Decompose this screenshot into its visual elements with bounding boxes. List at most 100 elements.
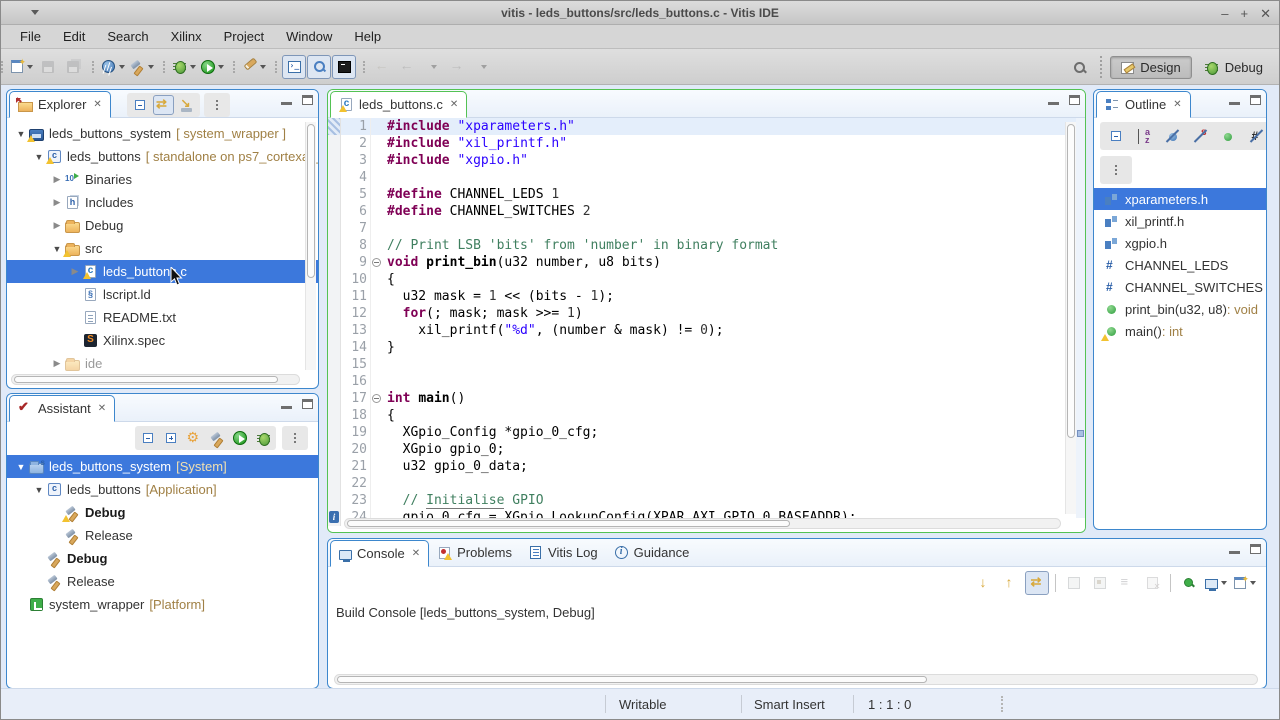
close-tab-icon[interactable]: ✕ xyxy=(412,548,420,559)
expander-icon[interactable]: ▶ xyxy=(49,174,65,185)
tree-item-release[interactable]: Release xyxy=(7,570,318,593)
tree-item-leds-buttons-c[interactable]: ▶leds_buttons.c xyxy=(7,260,318,283)
expander-icon[interactable]: ▼ xyxy=(31,485,47,495)
nav-fwd-dd-button[interactable] xyxy=(470,55,494,79)
outline-hide-fields-button[interactable] xyxy=(1160,124,1184,148)
tab-console[interactable]: Console✕ xyxy=(330,540,429,567)
minimize-view-button[interactable] xyxy=(1048,102,1059,105)
assistant-run-button[interactable] xyxy=(230,428,250,448)
expander-icon[interactable]: ▶ xyxy=(49,358,65,369)
tree-item-debug[interactable]: Debug xyxy=(7,547,318,570)
code-line-7[interactable]: 7 xyxy=(328,220,1085,237)
code-line-17[interactable]: 17int main() xyxy=(328,390,1085,407)
outline-item-print-bin-u32-u8-[interactable]: print_bin(u32, u8) : void xyxy=(1094,298,1266,320)
menu-project[interactable]: Project xyxy=(213,26,275,47)
code-line-21[interactable]: 21 u32 gpio_0_data; xyxy=(328,458,1085,475)
code-line-6[interactable]: 6#define CHANNEL_SWITCHES 2 xyxy=(328,203,1085,220)
close-tab-icon[interactable]: ✕ xyxy=(98,403,106,414)
build-hammer-button[interactable] xyxy=(128,55,156,79)
terminal-button[interactable] xyxy=(282,55,306,79)
console-scroll-lock-button[interactable] xyxy=(1025,571,1049,595)
tab-vitis-log[interactable]: Vitis Log xyxy=(520,539,606,566)
format-wand-button[interactable] xyxy=(240,55,268,79)
menu-search[interactable]: Search xyxy=(96,26,159,47)
maximize-view-button[interactable] xyxy=(1250,95,1261,105)
expander-icon[interactable]: ▼ xyxy=(13,462,29,472)
explorer-collapse-all-button[interactable] xyxy=(130,95,150,115)
assistant-expand-all-button[interactable] xyxy=(161,428,181,448)
explorer-link-editor-button[interactable] xyxy=(153,95,174,115)
code-line-15[interactable]: 15 xyxy=(328,356,1085,373)
assistant-collapse-all-button[interactable] xyxy=(138,428,158,448)
code-line-20[interactable]: 20 XGpio gpio_0; xyxy=(328,441,1085,458)
console-clear-console-button[interactable] xyxy=(1140,571,1164,595)
console-scroll-down-button[interactable] xyxy=(973,571,997,595)
tab-assistant[interactable]: Assistant ✕ xyxy=(9,395,115,422)
expander-icon[interactable]: ▶ xyxy=(67,266,83,277)
window-menu-icon[interactable] xyxy=(31,10,39,15)
tree-item-lscript-ld[interactable]: lscript.ld xyxy=(7,283,318,306)
outline-item-xparameters-h[interactable]: xparameters.h xyxy=(1094,188,1266,210)
tree-item-xilinx-spec[interactable]: Xilinx.spec xyxy=(7,329,318,352)
menu-xilinx[interactable]: Xilinx xyxy=(160,26,213,47)
minimize-view-button[interactable] xyxy=(281,102,292,105)
console-open-console-button[interactable] xyxy=(1231,571,1258,595)
assistant-debug-bug-button[interactable] xyxy=(253,428,273,448)
code-line-23[interactable]: 23 // Initialise GPIO xyxy=(328,492,1085,509)
console-display-console-button[interactable] xyxy=(1203,571,1229,595)
tree-item-ide[interactable]: ▶ide xyxy=(7,352,318,375)
tree-item-src[interactable]: ▼src xyxy=(7,237,318,260)
code-line-12[interactable]: 12 for(; mask; mask >>= 1) xyxy=(328,305,1085,322)
code-line-9[interactable]: 9void print_bin(u32 number, u8 bits) xyxy=(328,254,1085,271)
console-show-stderr-button[interactable] xyxy=(1088,571,1112,595)
close-tab-icon[interactable]: ✕ xyxy=(450,99,458,110)
tree-item-leds-buttons[interactable]: ▼leds_buttons[ standalone on ps7_cortexa… xyxy=(7,145,318,168)
terminal-search-button[interactable] xyxy=(307,55,331,79)
tab-outline[interactable]: Outline ✕ xyxy=(1096,91,1191,118)
outline-item-channel-switches[interactable]: CHANNEL_SWITCHES xyxy=(1094,276,1266,298)
code-line-13[interactable]: 13 xil_printf("%d", (number & mask) != 0… xyxy=(328,322,1085,339)
close-tab-icon[interactable]: ✕ xyxy=(1173,99,1181,110)
code-line-8[interactable]: 8// Print LSB 'bits' from 'number' in bi… xyxy=(328,237,1085,254)
tree-item-debug[interactable]: ▶Debug xyxy=(7,214,318,237)
view-menu-button[interactable] xyxy=(207,95,227,115)
tree-item-includes[interactable]: ▶Includes xyxy=(7,191,318,214)
code-line-10[interactable]: 10{ xyxy=(328,271,1085,288)
fold-gutter[interactable] xyxy=(370,390,382,407)
perspective-debug[interactable]: Debug xyxy=(1194,56,1273,79)
outline-item-main-[interactable]: main() : int xyxy=(1094,320,1266,342)
target-connection-button[interactable] xyxy=(99,55,127,79)
explorer-hscrollbar[interactable] xyxy=(11,374,300,385)
maximize-button[interactable]: + xyxy=(1241,7,1249,20)
outline-collapse-all-button[interactable] xyxy=(1104,124,1128,148)
search-button[interactable] xyxy=(1066,54,1092,80)
expander-icon[interactable]: ▼ xyxy=(31,152,47,162)
code-line-19[interactable]: 19 XGpio_Config *gpio_0_cfg; xyxy=(328,424,1085,441)
explorer-import-log-button[interactable] xyxy=(177,95,197,115)
outline-item-channel-leds[interactable]: CHANNEL_LEDS xyxy=(1094,254,1266,276)
outline-item-xgpio-h[interactable]: xgpio.h xyxy=(1094,232,1266,254)
tree-item-leds-buttons[interactable]: ▼leds_buttons[Application] xyxy=(7,478,318,501)
console-hscrollbar[interactable] xyxy=(334,674,1258,685)
tree-item-leds-buttons-system[interactable]: ▼leds_buttons_system[ system_wrapper ] xyxy=(7,122,318,145)
code-line-5[interactable]: 5#define CHANNEL_LEDS 1 xyxy=(328,186,1085,203)
menu-file[interactable]: File xyxy=(9,26,52,47)
menu-edit[interactable]: Edit xyxy=(52,26,96,47)
outline-public-dot-button[interactable] xyxy=(1216,124,1240,148)
console-show-stdout-button[interactable] xyxy=(1062,571,1086,595)
assistant-gear-button[interactable] xyxy=(184,428,204,448)
outline-hide-static-button[interactable] xyxy=(1188,124,1212,148)
nav-forward-button[interactable] xyxy=(445,55,469,79)
view-menu-button[interactable] xyxy=(285,428,305,448)
perspective-design[interactable]: Design xyxy=(1110,56,1191,79)
new-wizard-button[interactable] xyxy=(8,55,35,79)
terminal-dark-button[interactable] xyxy=(332,55,356,79)
outline-item-xil-printf-h[interactable]: xil_printf.h xyxy=(1094,210,1266,232)
run-button[interactable] xyxy=(199,55,226,79)
overview-ruler[interactable] xyxy=(1076,118,1085,518)
assistant-build-hammer-button[interactable] xyxy=(207,428,227,448)
code-line-22[interactable]: 22 xyxy=(328,475,1085,492)
nav-back-dd-button[interactable] xyxy=(420,55,444,79)
explorer-vscrollbar[interactable] xyxy=(305,122,316,370)
maximize-view-button[interactable] xyxy=(302,399,313,409)
